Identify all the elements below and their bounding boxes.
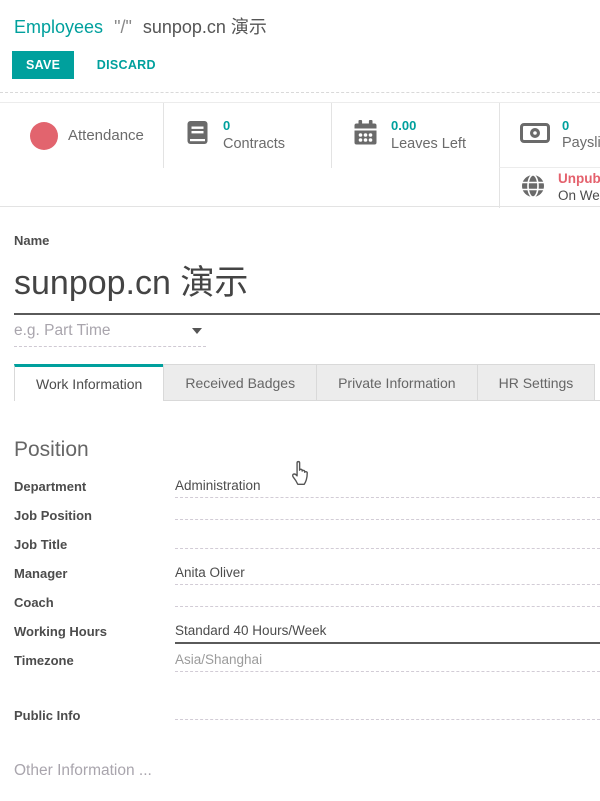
job-position-row: Job Position <box>14 503 600 532</box>
coach-input[interactable] <box>175 590 600 607</box>
timezone-label: Timezone <box>14 648 175 668</box>
contracts-stat-button[interactable]: 0 Contracts <box>163 103 331 168</box>
stat-label: Attendance <box>68 127 144 144</box>
job-title-input[interactable] <box>175 532 600 549</box>
timezone-input[interactable]: Asia/Shanghai <box>175 648 600 672</box>
stat-value: Unpublished <box>558 171 600 188</box>
employee-form-page: Employees "/" sunpop.cn 演示 SAVE DISCARD … <box>0 0 600 801</box>
tags-placeholder: e.g. Part Time <box>14 322 110 340</box>
calendar-icon <box>352 119 379 152</box>
tab-hr-settings[interactable]: HR Settings <box>477 364 596 400</box>
tab-received-badges[interactable]: Received Badges <box>163 364 317 400</box>
discard-button[interactable]: DISCARD <box>91 51 162 79</box>
breadcrumb-employees-link[interactable]: Employees <box>14 17 103 37</box>
stat-value: 0.00 <box>391 118 466 134</box>
caret-down-icon <box>192 328 202 334</box>
stat-value: 0 <box>223 118 285 134</box>
stat-label: Leaves Left <box>391 135 466 153</box>
breadcrumb-separator: "/" <box>114 17 132 37</box>
stat-label: Payslips <box>562 134 600 152</box>
coach-label: Coach <box>14 590 175 610</box>
breadcrumb-record-name: sunpop.cn 演示 <box>143 17 267 37</box>
stat-button-row: Attendance 0 Contracts <box>0 102 600 207</box>
job-position-input[interactable] <box>175 503 600 520</box>
tab-work-information[interactable]: Work Information <box>14 364 164 401</box>
coach-row: Coach <box>14 590 600 619</box>
department-input[interactable]: Administration <box>175 474 600 498</box>
website-publish-stat-button[interactable]: Unpublished On Website <box>499 168 600 208</box>
public-info-label: Public Info <box>14 703 175 723</box>
position-section-title: Position <box>14 438 600 462</box>
timezone-row: Timezone Asia/Shanghai <box>14 648 600 677</box>
job-title-label: Job Title <box>14 532 175 552</box>
tab-private-information[interactable]: Private Information <box>316 364 478 400</box>
public-info-row: Public Info <box>14 703 600 732</box>
job-position-label: Job Position <box>14 503 175 523</box>
other-information-textarea[interactable]: Other Information ... <box>14 762 600 801</box>
attendance-stat-button[interactable]: Attendance <box>0 103 163 168</box>
department-row: Department Administration <box>14 474 600 503</box>
payslips-stat-button[interactable]: 0 Payslips <box>499 103 600 168</box>
book-icon <box>184 119 211 152</box>
stat-value: 0 <box>562 118 600 134</box>
form-sheet: Name sunpop.cn 演示 e.g. Part Time Work In… <box>0 233 600 801</box>
breadcrumb: Employees "/" sunpop.cn 演示 <box>0 0 600 48</box>
attendance-dot-icon <box>30 122 58 150</box>
manager-row: Manager Anita Oliver <box>14 561 600 590</box>
job-title-row: Job Title <box>14 532 600 561</box>
department-label: Department <box>14 474 175 494</box>
save-button[interactable]: SAVE <box>12 51 74 79</box>
globe-icon <box>520 173 546 204</box>
working-hours-label: Working Hours <box>14 619 175 639</box>
manager-label: Manager <box>14 561 175 581</box>
notebook-tabs: Work Information Received Badges Private… <box>14 364 600 401</box>
stat-label: On Website <box>558 188 600 205</box>
name-input[interactable]: sunpop.cn 演示 <box>14 248 600 315</box>
leaves-left-stat-button[interactable]: 0.00 Leaves Left <box>331 103 499 168</box>
public-info-input[interactable] <box>175 703 600 720</box>
working-hours-input[interactable]: Standard 40 Hours/Week <box>175 619 600 644</box>
money-bill-icon <box>520 121 550 150</box>
manager-input[interactable]: Anita Oliver <box>175 561 600 585</box>
tags-input[interactable]: e.g. Part Time <box>14 322 206 347</box>
stat-label: Contracts <box>223 135 285 153</box>
position-fields: Department Administration Job Position J… <box>14 474 600 677</box>
panel-divider <box>0 92 600 93</box>
working-hours-row: Working Hours Standard 40 Hours/Week <box>14 619 600 648</box>
control-panel: SAVE DISCARD <box>0 48 600 92</box>
name-field-label: Name <box>14 233 600 248</box>
